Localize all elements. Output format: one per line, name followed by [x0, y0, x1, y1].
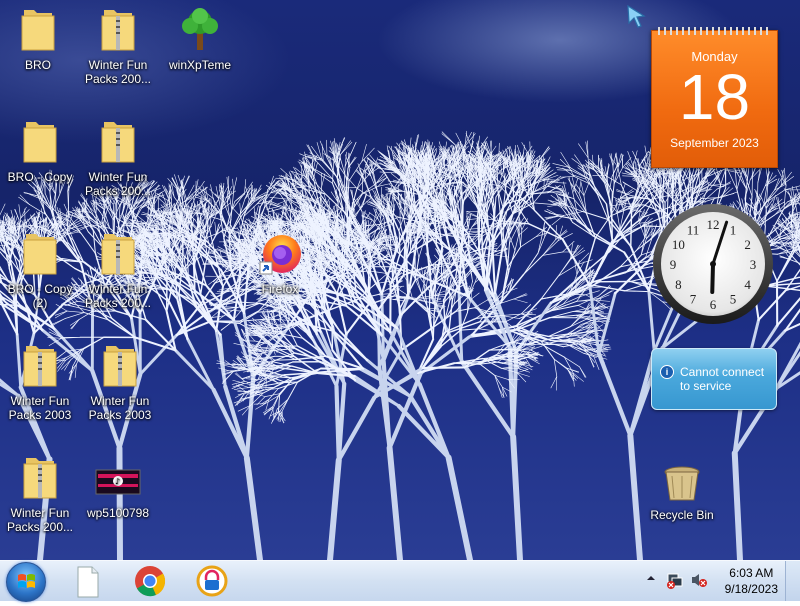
- clock-numeral: 11: [687, 222, 700, 237]
- desktop[interactable]: BRO BRO - Copy BRO - Copy (2) Winter Fun…: [0, 0, 800, 560]
- calendar-rings: [658, 27, 771, 35]
- clock-numeral: 1: [730, 222, 737, 237]
- taskbar: 6:03 AM 9/18/2023: [0, 560, 800, 601]
- desktop-icon-label: Winter Fun Packs 200...: [80, 282, 156, 310]
- desktop-icon-bro[interactable]: BRO: [0, 6, 76, 72]
- tray-time: 6:03 AM: [725, 565, 778, 581]
- show-hidden-icon[interactable]: [646, 573, 656, 583]
- desktop-icon-winter-fun-packs[interactable]: Winter Fun Packs 2003: [82, 342, 158, 422]
- zip-folder-icon: [94, 6, 142, 54]
- desktop-icon-label: Winter Fun Packs 200...: [80, 58, 156, 86]
- folder-icon: [14, 6, 62, 54]
- tray-date: 9/18/2023: [725, 581, 778, 597]
- desktop-icon-winter-fun-packs[interactable]: Winter Fun Packs 2003: [2, 342, 78, 422]
- desktop-icon-bro-copy[interactable]: BRO - Copy: [2, 118, 78, 184]
- desktop-icon-label: wp5100798: [80, 506, 156, 520]
- clock-numeral: 8: [675, 277, 682, 292]
- show-desktop-button[interactable]: [785, 561, 800, 601]
- windows-logo-icon: [7, 563, 45, 601]
- folder-icon: [16, 118, 64, 166]
- info-icon: i: [660, 365, 674, 379]
- zip-folder-icon: [96, 342, 144, 390]
- desktop-icon-winter-fun-packs[interactable]: Winter Fun Packs 200...: [2, 454, 78, 534]
- folder-icon: [16, 230, 64, 278]
- desktop-icon-winter-fun-packs[interactable]: Winter Fun Packs 200...: [80, 6, 156, 86]
- desktop-icon-firefox[interactable]: Firefox: [242, 230, 318, 296]
- calendar-month-year: September 2023: [652, 136, 777, 150]
- desktop-icon-label: winXpTeme: [162, 58, 238, 72]
- tray-clock[interactable]: 6:03 AM 9/18/2023: [725, 565, 778, 597]
- clock-numeral: 7: [690, 292, 697, 307]
- desktop-icon-wp5100798[interactable]: ♪ wp5100798: [80, 466, 156, 520]
- taskbar-lock-app-button[interactable]: [188, 563, 236, 599]
- chrome-icon: [126, 563, 174, 599]
- taskbar-chrome-button[interactable]: [126, 563, 174, 599]
- zip-folder-icon: [94, 230, 142, 278]
- document-icon: [64, 563, 112, 599]
- desktop-icon-bro-copy-2[interactable]: BRO - Copy (2): [2, 230, 78, 310]
- feed-gadget-error[interactable]: i Cannot connect to service: [651, 348, 777, 410]
- clock-numeral: 5: [730, 292, 737, 307]
- zip-folder-icon: [16, 342, 64, 390]
- recycle-bin-icon: [658, 464, 706, 504]
- clock-numeral: 9: [670, 257, 677, 272]
- desktop-icon-label: Winter Fun Packs 200...: [80, 170, 156, 198]
- desktop-icon-label: Firefox: [242, 282, 318, 296]
- desktop-icon-label: BRO: [0, 58, 76, 72]
- desktop-icon-recycle-bin[interactable]: Recycle Bin: [644, 464, 720, 522]
- clock-hour-hand: [712, 264, 713, 292]
- calendar-date: 18: [652, 64, 777, 130]
- desktop-icon-label: Recycle Bin: [644, 508, 720, 522]
- clock-gadget[interactable]: 123456789101112: [651, 202, 775, 326]
- clock-numeral: 3: [750, 257, 757, 272]
- desktop-icon-winxpteme[interactable]: winXpTeme: [162, 6, 238, 72]
- desktop-icon-label: Winter Fun Packs 2003: [82, 394, 158, 422]
- start-button[interactable]: [6, 562, 46, 602]
- gadget-error-message: Cannot connect to service: [680, 365, 772, 393]
- taskbar-document-button[interactable]: [64, 563, 112, 599]
- tree-icon: [176, 6, 224, 54]
- zip-folder-icon: [94, 118, 142, 166]
- network-icon[interactable]: [666, 571, 684, 589]
- clock-numeral: 12: [707, 217, 720, 232]
- lock-app-icon: [188, 563, 236, 599]
- desktop-icon-winter-fun-packs[interactable]: Winter Fun Packs 200...: [80, 118, 156, 198]
- desktop-icon-label: Winter Fun Packs 2003: [2, 394, 78, 422]
- clock-numeral: 4: [744, 277, 751, 292]
- zip-folder-icon: [16, 454, 64, 502]
- desktop-icon-label: Winter Fun Packs 200...: [2, 506, 78, 534]
- volume-muted-icon[interactable]: [690, 571, 708, 589]
- desktop-icon-label: BRO - Copy (2): [2, 282, 78, 310]
- firefox-icon: [256, 230, 304, 278]
- clock-numeral: 10: [672, 237, 685, 252]
- desktop-icon-label: BRO - Copy: [2, 170, 78, 184]
- calendar-gadget[interactable]: Monday 18 September 2023: [651, 30, 778, 168]
- mouse-cursor-icon: [624, 4, 650, 30]
- image-file-icon: ♪: [94, 466, 142, 502]
- clock-numeral: 2: [744, 237, 751, 252]
- desktop-icon-winter-fun-packs[interactable]: Winter Fun Packs 200...: [80, 230, 156, 310]
- clock-numeral: 6: [710, 297, 717, 312]
